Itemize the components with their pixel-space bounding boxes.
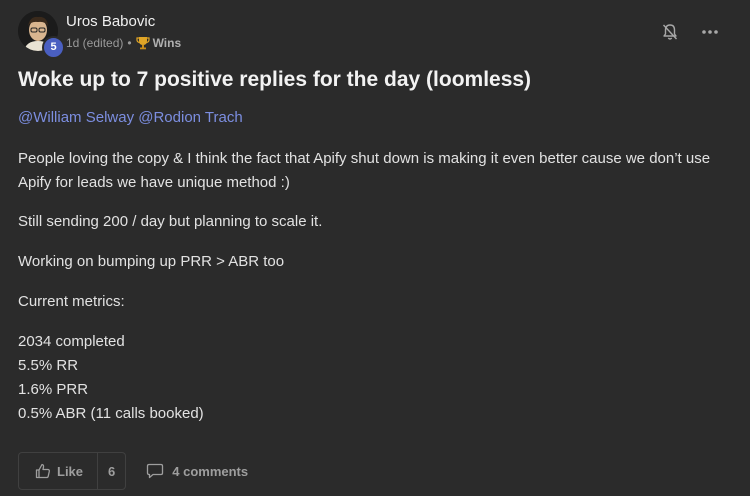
post-paragraph: Still sending 200 / day but planning to …	[18, 213, 323, 230]
like-count[interactable]: 6	[98, 453, 125, 489]
level-badge: 5	[42, 36, 65, 59]
metrics-list: 2034 completed 5.5% RR 1.6% PRR 0.5% ABR…	[18, 330, 738, 426]
thumbs-up-icon	[35, 463, 50, 479]
comments-label: 4 comments	[172, 463, 249, 479]
meta-separator: •	[127, 36, 132, 50]
trophy-icon	[135, 37, 150, 50]
post-meta: 1d (edited) • Wins	[66, 36, 181, 50]
like-group: Like 6	[18, 452, 127, 490]
notification-toggle-button[interactable]	[660, 22, 680, 42]
comment-icon	[147, 463, 164, 479]
comments-button[interactable]: 4 comments	[146, 463, 248, 479]
post-paragraph: Working on bumping up PRR > ABR too	[18, 253, 285, 270]
like-button[interactable]: Like	[19, 453, 99, 489]
more-options-button[interactable]	[699, 22, 721, 42]
category-link[interactable]: Wins	[135, 36, 182, 50]
post-title: Woke up to 7 positive replies for the da…	[18, 68, 532, 91]
bell-off-icon	[662, 24, 678, 40]
post-actions: Like 6 4 comments	[18, 451, 248, 491]
metric-line: 5.5% RR	[18, 357, 79, 374]
metric-line: 1.6% PRR	[18, 381, 89, 398]
mentions-line: @William Selway @Rodion Trach	[18, 109, 243, 126]
avatar-container[interactable]: 5	[18, 11, 65, 59]
metric-line: 0.5% ABR (11 calls booked)	[18, 405, 204, 422]
post-card: 5 Uros Babovic 1d (edited) • Wins Woke u…	[0, 0, 750, 496]
more-horizontal-icon	[702, 30, 718, 34]
like-label: Like	[57, 463, 84, 479]
mention-link[interactable]: @Rodion Trach	[138, 109, 242, 126]
mention-link[interactable]: @William Selway	[18, 109, 134, 126]
metric-line: 2034 completed	[18, 333, 125, 350]
post-time[interactable]: 1d (edited)	[66, 36, 123, 50]
author-name[interactable]: Uros Babovic	[66, 13, 155, 30]
post-paragraph: People loving the copy & I think the fac…	[18, 150, 711, 191]
category-label: Wins	[152, 36, 182, 50]
post-paragraph: Current metrics:	[18, 293, 125, 310]
